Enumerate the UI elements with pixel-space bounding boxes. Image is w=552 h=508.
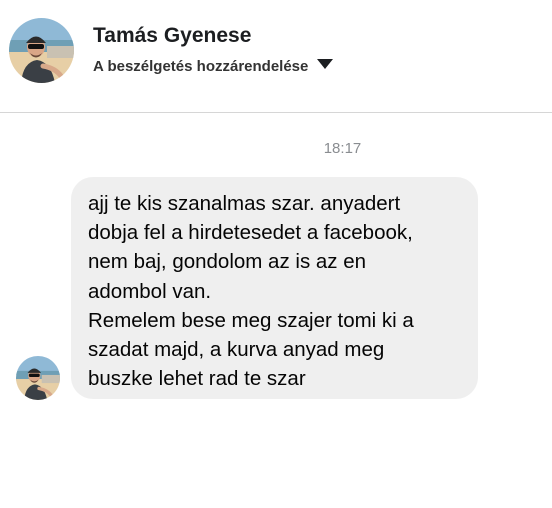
profile-photo-icon [9, 18, 74, 83]
contact-name: Tamás Gyenese [93, 24, 252, 47]
conversation-header: Tamás Gyenese A beszélgetés hozzárendelé… [0, 0, 552, 113]
caret-down-icon [317, 58, 334, 69]
sender-avatar[interactable] [16, 356, 60, 400]
message-timestamp: 18:17 [323, 140, 362, 157]
contact-avatar[interactable] [9, 18, 74, 83]
assign-conversation-label: A beszélgetés hozzárendelése [93, 58, 309, 75]
message-bubble[interactable]: ajj te kis szanalmas szar. anyadert dobj… [71, 177, 478, 399]
profile-photo-icon [16, 356, 60, 400]
assign-conversation-dropdown[interactable]: A beszélgetés hozzárendelése [93, 58, 334, 75]
